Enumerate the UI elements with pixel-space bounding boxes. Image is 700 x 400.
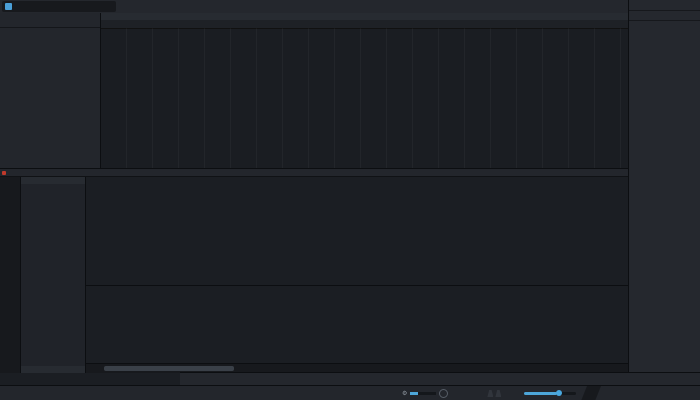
page-tabs	[629, 0, 700, 11]
record-indicator-icon	[2, 171, 6, 175]
clip-lanes	[100, 28, 628, 168]
channel-rows	[21, 184, 85, 366]
track-list	[0, 27, 100, 168]
track-panel	[0, 13, 101, 168]
help-button[interactable]	[320, 2, 331, 12]
mix-console-window	[0, 168, 628, 386]
console-channel-list	[21, 177, 86, 373]
track-device-chip[interactable]	[2, 1, 116, 12]
cpu-ring-icon	[439, 389, 448, 398]
timeline	[100, 13, 628, 168]
track-color-swatch	[5, 3, 12, 10]
metronome-icon[interactable]	[487, 390, 493, 397]
mix-console-titlebar[interactable]	[0, 169, 628, 177]
group-footer	[21, 366, 85, 373]
precount-icon[interactable]	[495, 390, 501, 397]
fader-strips	[86, 286, 628, 363]
browser-tabs	[629, 11, 700, 21]
performance-meter	[410, 392, 436, 395]
record-options-row	[180, 372, 700, 385]
transport-bar: ⚙	[0, 385, 700, 400]
divider	[581, 386, 601, 400]
track-panel-toolbar	[0, 13, 100, 28]
gear-icon[interactable]: ⚙	[402, 390, 407, 397]
top-toolbar	[0, 0, 700, 14]
arrange-view	[0, 13, 628, 168]
browser-sidebar	[628, 0, 700, 372]
main-volume-slider[interactable]	[524, 392, 576, 395]
console-left-rail	[0, 177, 21, 373]
insert-strips	[86, 177, 628, 286]
studio-one-window: ⚙	[0, 0, 700, 400]
